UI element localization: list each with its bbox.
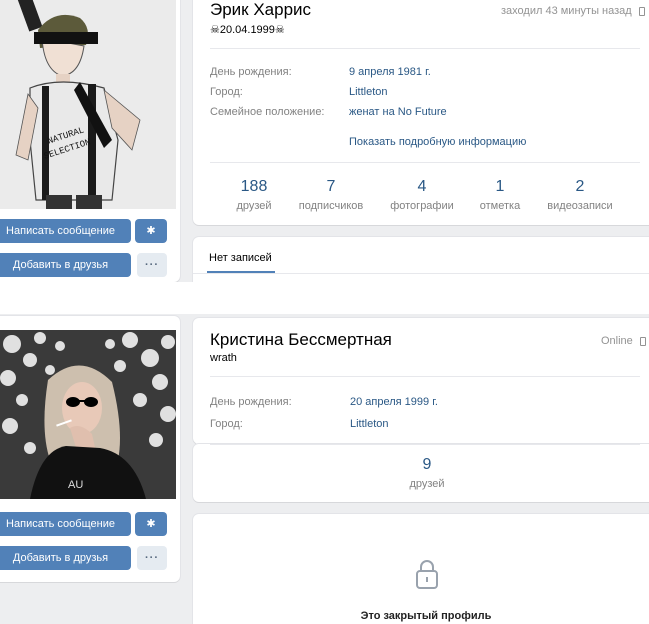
counter-label: друзей xyxy=(409,478,445,490)
profile-info-card: Эрик Харрис заходил 43 минуты назад ☠20.… xyxy=(193,0,649,225)
profile-photo-drawing: AU xyxy=(0,330,176,499)
relationship-value[interactable]: женат на No Future xyxy=(349,106,447,118)
divider xyxy=(193,273,649,274)
counter-number: 188 xyxy=(240,178,268,195)
shirt-text: AU xyxy=(68,479,83,491)
city-label: Город: xyxy=(210,418,243,430)
profile-name: Эрик Харрис xyxy=(210,0,312,19)
counter-followers[interactable]: 7 подписчиков xyxy=(291,178,371,212)
counter-number: 2 xyxy=(575,178,585,195)
counter-label: фотографии xyxy=(390,200,454,212)
city-value[interactable]: Littleton xyxy=(349,86,388,98)
counter-tags[interactable]: 1 отметка xyxy=(460,178,540,212)
mobile-icon xyxy=(638,6,645,16)
gift-button[interactable]: ✱ xyxy=(135,512,167,536)
add-friend-button[interactable]: Добавить в друзья xyxy=(0,546,131,570)
divider xyxy=(210,376,640,377)
profile-status: ☠20.04.1999☠ xyxy=(210,24,285,36)
online-text: Online xyxy=(601,335,633,347)
closed-profile-text: Это закрытый профиль xyxy=(360,610,492,622)
counter-friends[interactable]: 9 друзей xyxy=(387,456,467,490)
profile-status: wrath xyxy=(210,352,237,364)
more-actions-button[interactable]: ··· xyxy=(137,253,167,277)
mobile-icon xyxy=(639,336,646,346)
online-status: Online xyxy=(601,335,646,347)
counter-label: видеозаписи xyxy=(547,200,613,212)
more-actions-button[interactable]: ··· xyxy=(137,546,167,570)
profile-photo[interactable]: NATURAL SELECTION xyxy=(0,0,176,209)
profile-info-card: Кристина Бессмертная Online wrath День р… xyxy=(193,318,649,444)
profile-left-card: NATURAL SELECTION Написать сообщение ✱ Д… xyxy=(0,0,180,282)
city-value[interactable]: Littleton xyxy=(350,418,389,430)
counter-photos[interactable]: 4 фотографии xyxy=(382,178,462,212)
city-label: Город: xyxy=(210,86,243,98)
profile-name: Кристина Бессмертная xyxy=(210,330,392,349)
birthday-label: День рождения: xyxy=(210,66,292,78)
last-seen-status: заходил 43 минуты назад xyxy=(501,5,645,17)
send-message-button[interactable]: Написать сообщение xyxy=(0,512,131,536)
closed-profile-card: Это закрытый профиль xyxy=(193,514,649,624)
gift-icon: ✱ xyxy=(146,225,156,237)
counter-friends[interactable]: 188 друзей xyxy=(214,178,294,212)
counter-number: 1 xyxy=(495,178,505,195)
gift-icon: ✱ xyxy=(146,518,156,530)
divider xyxy=(210,444,640,445)
counter-number: 7 xyxy=(326,178,336,195)
profile-panel-1: NATURAL SELECTION Написать сообщение ✱ Д… xyxy=(0,0,649,282)
wall-card: Нет записей xyxy=(193,237,649,282)
profile-panel-2: AU Написать сообщение ✱ Добавить в друзь… xyxy=(0,314,649,624)
divider xyxy=(210,48,640,49)
divider xyxy=(210,162,640,163)
relationship-label: Семейное положение: xyxy=(210,106,325,118)
profile-left-card: AU Написать сообщение ✱ Добавить в друзь… xyxy=(0,316,180,582)
counter-number: 4 xyxy=(417,178,427,195)
counter-videos[interactable]: 2 видеозаписи xyxy=(540,178,620,212)
profile-photo-drawing: NATURAL SELECTION xyxy=(0,0,176,209)
show-more-info-link[interactable]: Показать подробную информацию xyxy=(349,136,526,148)
profile-photo[interactable]: AU xyxy=(0,330,176,499)
birthday-value[interactable]: 20 апреля 1999 г. xyxy=(350,396,438,408)
counters-card: 9 друзей xyxy=(193,444,649,502)
tab-no-posts[interactable]: Нет записей xyxy=(209,252,272,264)
counter-label: подписчиков xyxy=(298,200,364,212)
last-seen-text: заходил 43 минуты назад xyxy=(501,5,632,17)
lock-icon xyxy=(415,558,439,590)
counter-number: 9 xyxy=(422,456,432,473)
add-friend-button[interactable]: Добавить в друзья xyxy=(0,253,131,277)
counter-label: друзей xyxy=(236,200,272,212)
gift-button[interactable]: ✱ xyxy=(135,219,167,243)
counter-label: отметка xyxy=(479,200,521,212)
birthday-value[interactable]: 9 апреля 1981 г. xyxy=(349,66,431,78)
birthday-label: День рождения: xyxy=(210,396,292,408)
send-message-button[interactable]: Написать сообщение xyxy=(0,219,131,243)
